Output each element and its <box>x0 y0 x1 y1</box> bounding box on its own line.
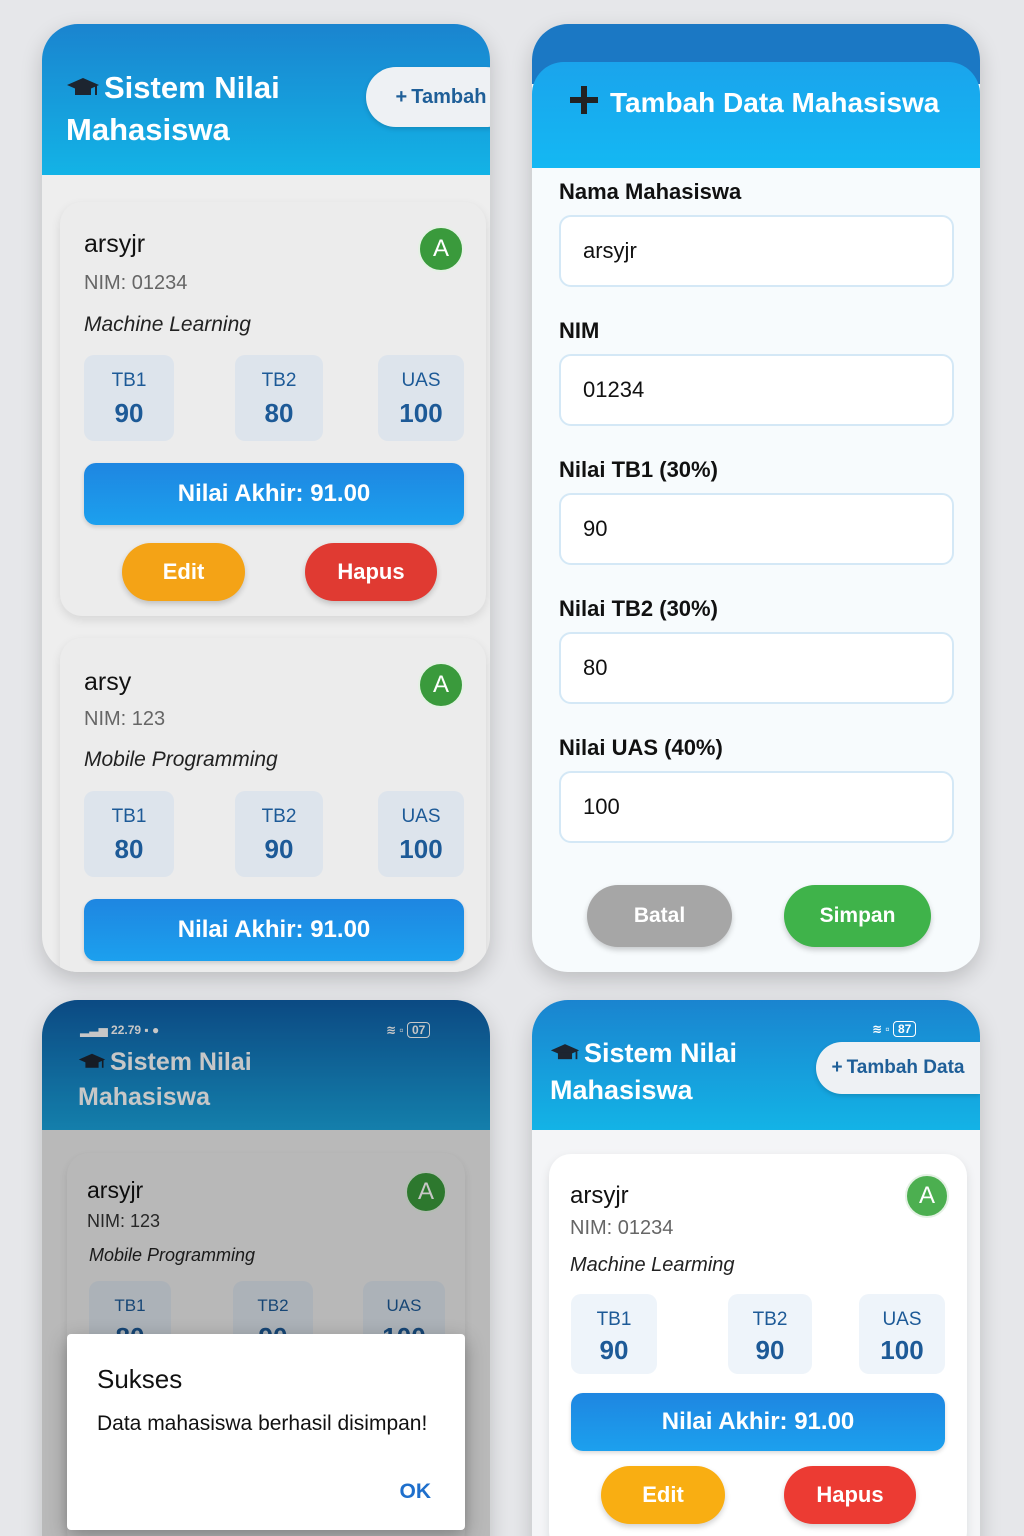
graduation-cap-icon <box>66 70 100 110</box>
student-card: arsyjr A NIM: 01234 Machine Learning TB1… <box>60 202 486 616</box>
edit-button[interactable]: Edit <box>122 543 245 601</box>
student-course: Machine Learming <box>570 1254 735 1276</box>
score-label: TB1 <box>111 370 147 391</box>
wifi-icon: ≋ <box>872 1022 883 1036</box>
app-title: Sistem Nilai Mahasiswa <box>550 1036 737 1108</box>
add-button-label: Tambah <box>411 85 487 108</box>
grade-badge: A <box>418 662 464 708</box>
add-button[interactable]: + Tambah <box>366 67 490 127</box>
dialog-message: Data mahasiswa berhasil disimpan! <box>97 1412 428 1435</box>
tb1-input[interactable] <box>559 493 954 565</box>
score-value: 90 <box>264 834 294 864</box>
score-value: 90 <box>114 398 144 428</box>
score-label: UAS <box>882 1309 922 1330</box>
graduation-cap-icon <box>550 1038 580 1073</box>
score-uas: UAS 100 <box>378 791 464 877</box>
app-title-line2: Mahasiswa <box>550 1075 693 1106</box>
cancel-button[interactable]: Batal <box>587 885 732 947</box>
student-name: arsy <box>84 668 132 696</box>
score-label: UAS <box>401 806 441 827</box>
score-value: 80 <box>264 398 294 428</box>
student-course: Mobile Programming <box>84 748 278 771</box>
ok-button[interactable]: OK <box>400 1480 432 1504</box>
score-label: TB2 <box>261 806 297 827</box>
nim-input[interactable] <box>559 354 954 426</box>
score-tb1: TB180 <box>84 791 174 877</box>
field-label-name: Nama Mahasiswa <box>559 179 742 204</box>
score-value: 90 <box>599 1335 629 1365</box>
app-bar: Sistem Nilai Mahasiswa + Tambah <box>42 24 490 175</box>
uas-input[interactable] <box>559 771 954 843</box>
add-button-label: Tambah Data <box>846 1057 965 1078</box>
score-tb1: TB1 90 <box>571 1294 657 1374</box>
tb2-input[interactable] <box>559 632 954 704</box>
plus-icon: + <box>831 1057 843 1078</box>
score-value: 100 <box>880 1335 924 1365</box>
plus-icon: + <box>395 85 408 108</box>
student-course: Machine Learning <box>84 313 251 336</box>
delete-button[interactable]: Hapus <box>784 1466 916 1524</box>
score-uas: UAS 100 <box>378 355 464 441</box>
score-value: 90 <box>755 1335 785 1365</box>
screen-student-list-updated: ≋ ▫ 87 Sistem Nilai Mahasiswa + Tambah Da… <box>532 1000 980 1536</box>
screen-student-list: Sistem Nilai Mahasiswa + Tambah arsyjr A … <box>42 24 490 972</box>
final-score-bar: Nilai Akhir: 91.00 <box>84 899 464 961</box>
screen-add-form: Tambah Data Mahasiswa Nama Mahasiswa NIM… <box>532 24 980 972</box>
app-bar: ≋ ▫ 87 Sistem Nilai Mahasiswa + Tambah Da… <box>532 1000 980 1130</box>
delete-button[interactable]: Hapus <box>305 543 437 601</box>
battery-icon: 87 <box>892 1021 917 1037</box>
score-label: TB1 <box>111 806 147 827</box>
student-card: arsy A NIM: 123 Mobile Programming TB1 80… <box>60 638 486 972</box>
score-label: TB1 <box>596 1309 632 1330</box>
name-input[interactable] <box>559 215 954 287</box>
field-label-uas: Nilai UAS (40%) <box>559 735 723 760</box>
score-value: 100 <box>399 398 443 428</box>
student-card: arsyjr A NIM: 01234 Machine Learming TB1… <box>549 1154 967 1536</box>
field-label-nim: NIM <box>559 318 600 343</box>
status-bar-right: ≋ ▫ 87 <box>872 1021 917 1037</box>
field-label-tb1: Nilai TB1 (30%) <box>559 457 718 482</box>
final-score-bar: Nilai Akhir: 91.00 <box>571 1393 945 1451</box>
edit-button[interactable]: Edit <box>601 1466 725 1524</box>
app-title: Sistem Nilai Mahasiswa <box>66 68 280 151</box>
field-label-tb2: Nilai TB2 (30%) <box>559 596 718 621</box>
score-tb2: TB2 80 <box>235 355 323 441</box>
score-value: 80 <box>114 834 144 864</box>
student-name: arsyjr <box>570 1182 629 1209</box>
student-nim: NIM: 123 <box>84 708 166 730</box>
student-nim: NIM: 01234 <box>570 1217 674 1239</box>
plus-icon <box>568 84 600 123</box>
score-tb2: TB290 <box>728 1294 812 1374</box>
form-title: Tambah Data Mahasiswa <box>568 84 939 123</box>
success-dialog: Sukses Data mahasiswa berhasil disimpan!… <box>67 1334 465 1530</box>
form-title-text: Tambah Data Mahasiswa <box>610 87 940 118</box>
score-label: TB2 <box>261 370 297 391</box>
grade-badge: A <box>905 1174 949 1218</box>
score-tb2: TB290 <box>235 791 323 877</box>
score-value: 100 <box>399 834 443 864</box>
grade-badge: A <box>418 226 464 272</box>
score-uas: UAS 100 <box>859 1294 945 1374</box>
student-name: arsyjr <box>84 230 146 258</box>
app-title-line1: Sistem Nilai <box>584 1038 738 1068</box>
student-nim: NIM: 01234 <box>84 272 188 294</box>
dialog-title: Sukses <box>97 1364 183 1394</box>
save-button[interactable]: Simpan <box>784 885 931 947</box>
score-label: TB2 <box>752 1309 788 1330</box>
score-label: UAS <box>401 370 441 391</box>
app-title-line1: Sistem Nilai <box>104 70 280 105</box>
screen-success-dialog: ▂▃▅ 22.79 ▪ ● ≋ ▫ 07 Sistem Nilai Mahasi… <box>42 1000 490 1536</box>
add-data-button[interactable]: + Tambah Data <box>816 1042 980 1094</box>
score-tb1: TB1 90 <box>84 355 174 441</box>
final-score-bar: Nilai Akhir: 91.00 <box>84 463 464 525</box>
app-title-line2: Mahasiswa <box>66 112 230 148</box>
